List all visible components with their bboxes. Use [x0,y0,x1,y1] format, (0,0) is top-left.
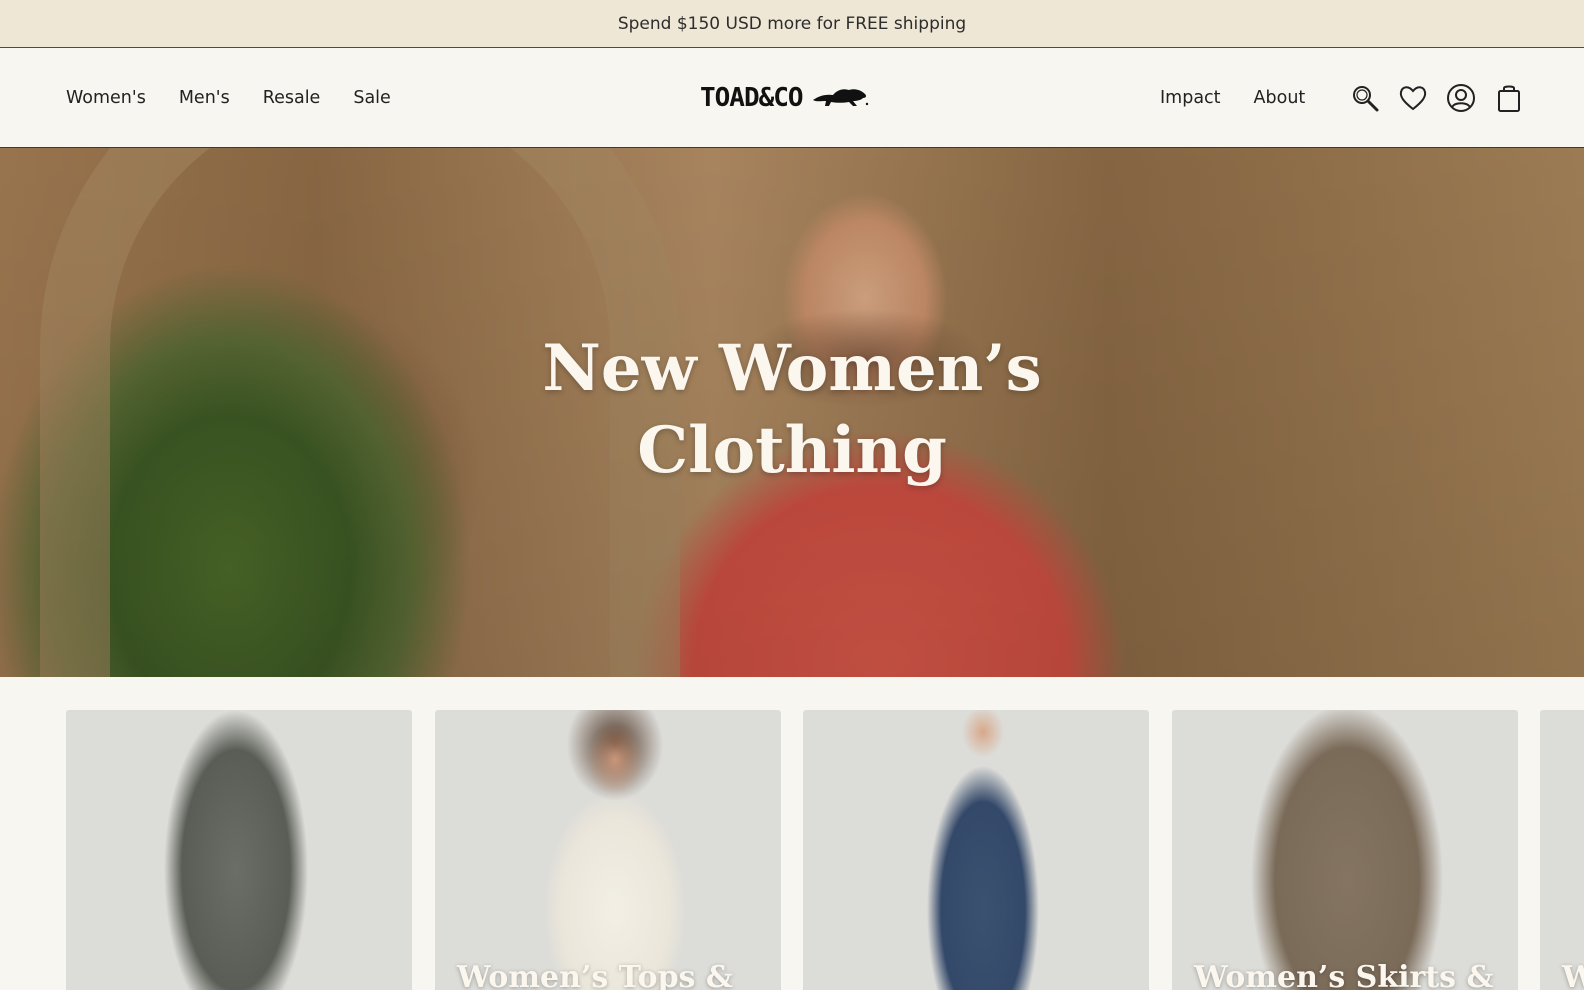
nav-sale[interactable]: Sale [353,88,390,108]
bag-icon [1498,85,1520,112]
brand-logo[interactable]: TOAD&CO [700,78,869,118]
hero-title: New Women’s Clothing [392,328,1192,492]
nav-resale[interactable]: Resale [263,88,321,108]
tops-product-image [505,710,725,990]
category-card-tops[interactable]: Women’s Tops & [435,710,781,990]
category-carousel: Women’s Tops & Women’s Skirts & W [0,677,1584,990]
logo-text: TOAD&CO [700,83,804,113]
nav-about[interactable]: About [1254,88,1306,108]
cart-button[interactable] [1494,83,1524,113]
account-icon [1447,84,1475,112]
hero-title-line1: New Women’s [542,331,1042,406]
wishlist-button[interactable] [1398,83,1428,113]
category-card-label: Women’s Skirts & [1194,960,1494,990]
promo-bar: Spend $150 USD more for FREE shipping [0,0,1584,48]
category-card-pants[interactable] [66,710,412,990]
nav-womens[interactable]: Women's [66,88,146,108]
pants-product-image [136,710,336,990]
nav-mens[interactable]: Men's [179,88,230,108]
header-icons [1350,48,1524,148]
category-card-label: W [1562,960,1584,990]
search-button[interactable] [1350,83,1380,113]
site-header: Women's Men's Resale Sale TOAD&CO Impact… [0,48,1584,148]
promo-text: Spend $150 USD more for FREE shipping [617,13,967,34]
category-card-skirts[interactable]: Women’s Skirts & [1172,710,1518,990]
nav-impact[interactable]: Impact [1160,88,1221,108]
search-icon [1353,86,1379,112]
heart-icon [1399,86,1427,111]
category-card-next[interactable]: W [1540,710,1584,990]
toad-logo-icon [812,89,868,106]
hero-title-line2: Clothing [637,413,947,488]
category-card-dresses[interactable] [803,710,1149,990]
category-card-label: Women’s Tops & [457,960,733,990]
skirt-product-image [1212,710,1482,990]
primary-nav: Women's Men's Resale Sale [66,48,391,148]
account-button[interactable] [1446,83,1476,113]
secondary-nav: Impact About [1160,48,1305,148]
hero-banner[interactable]: New Women’s Clothing [0,148,1584,677]
dress-product-image [873,710,1093,990]
